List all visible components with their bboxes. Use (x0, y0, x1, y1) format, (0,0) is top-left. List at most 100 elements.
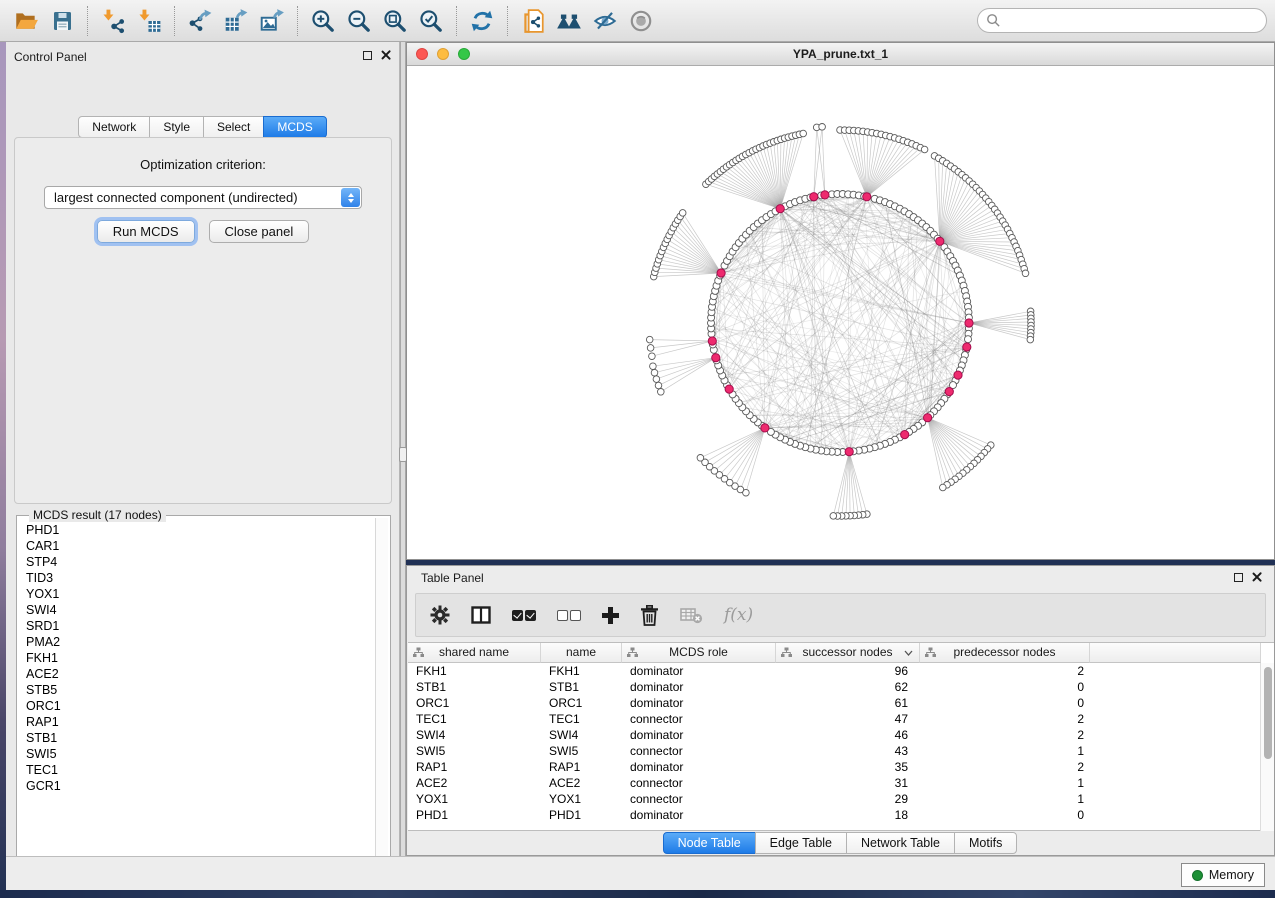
close-window-icon[interactable] (416, 48, 428, 60)
tab-edge-table[interactable]: Edge Table (755, 832, 847, 854)
show-column-panel-icon[interactable] (471, 606, 491, 624)
toolbar-separator (507, 6, 508, 36)
tab-select[interactable]: Select (203, 116, 264, 138)
share-network-document-button[interactable] (515, 4, 551, 38)
save-session-button[interactable] (44, 4, 80, 38)
zoom-in-button[interactable] (305, 4, 341, 38)
mcds-result-item: YOX1 (18, 586, 376, 602)
tab-network-table[interactable]: Network Table (846, 832, 955, 854)
delete-column-trash-icon[interactable] (640, 605, 659, 626)
table-scrollbar[interactable] (1260, 663, 1274, 831)
table-row[interactable]: STB1STB1dominator620 (408, 679, 1274, 695)
add-column-icon[interactable] (602, 607, 619, 624)
mcds-result-item: PHD1 (18, 522, 376, 538)
tab-style[interactable]: Style (149, 116, 204, 138)
tab-network[interactable]: Network (78, 116, 150, 138)
minimize-window-icon[interactable] (437, 48, 449, 60)
tab-mcds[interactable]: MCDS (263, 116, 326, 138)
run-mcds-button[interactable]: Run MCDS (97, 220, 195, 243)
table-cell: dominator (622, 695, 776, 711)
network-graph[interactable] (407, 66, 1274, 559)
export-image-button[interactable] (254, 4, 290, 38)
table-toolbar: f(x) (415, 593, 1266, 637)
refresh-icon (469, 8, 495, 34)
memory-button[interactable]: Memory (1181, 863, 1265, 887)
float-table-panel-icon[interactable] (1234, 573, 1243, 582)
tab-motifs[interactable]: Motifs (954, 832, 1017, 854)
table-cell (1090, 743, 1261, 759)
table-cell: FKH1 (541, 663, 622, 679)
table-row[interactable]: RAP1RAP1dominator352 (408, 759, 1274, 775)
column-header-successor-nodes[interactable]: successor nodes (776, 643, 920, 663)
table-cell: dominator (622, 679, 776, 695)
zoom-selected-button[interactable] (413, 4, 449, 38)
column-header-MCDS-role[interactable]: MCDS role (622, 643, 776, 663)
mcds-result-item: TEC1 (18, 762, 376, 778)
table-cell: RAP1 (408, 759, 541, 775)
criterion-selected-value: largest connected component (undirected) (45, 190, 341, 205)
mcds-result-item: SRD1 (18, 618, 376, 634)
open-file-button[interactable] (8, 4, 44, 38)
criterion-select[interactable]: largest connected component (undirected) (44, 186, 362, 209)
function-builder-icon[interactable]: f(x) (724, 605, 753, 625)
table-row[interactable]: SWI4SWI4dominator462 (408, 727, 1274, 743)
tab-node-table[interactable]: Node Table (663, 832, 756, 854)
maximize-window-icon[interactable] (458, 48, 470, 60)
mcds-result-item: ACE2 (18, 666, 376, 682)
import-table-button[interactable] (131, 4, 167, 38)
column-header-name[interactable]: name (541, 643, 622, 663)
mcds-result-item: STB5 (18, 682, 376, 698)
select-all-columns-icon[interactable] (512, 610, 536, 621)
table-cell: STB1 (541, 679, 622, 695)
table-cell: 0 (920, 679, 1090, 695)
unselect-all-columns-icon[interactable] (557, 610, 581, 621)
mcds-result-list: PHD1CAR1STP4TID3YOX1SWI4SRD1PMA2FKH1ACE2… (18, 522, 376, 874)
refresh-button[interactable] (464, 4, 500, 38)
table-row[interactable]: ACE2ACE2connector311 (408, 775, 1274, 791)
float-panel-icon[interactable] (363, 51, 372, 60)
table-cell: RAP1 (541, 759, 622, 775)
table-scrollbar-thumb[interactable] (1264, 667, 1272, 759)
table-cell: TEC1 (541, 711, 622, 727)
close-panel-button[interactable]: Close panel (209, 220, 310, 243)
table-cell (1090, 711, 1261, 727)
table-row[interactable]: SWI5SWI5connector431 (408, 743, 1274, 759)
close-panel-icon[interactable] (381, 50, 391, 60)
export-table-button[interactable] (218, 4, 254, 38)
mcds-result-item: STB1 (18, 730, 376, 746)
mcds-result-item: TID3 (18, 570, 376, 586)
table-cell: connector (622, 775, 776, 791)
zoom-fit-button[interactable] (377, 4, 413, 38)
table-row[interactable]: TEC1TEC1connector472 (408, 711, 1274, 727)
column-header-shared-name[interactable]: shared name (408, 643, 541, 663)
network-canvas[interactable] (407, 66, 1274, 559)
table-cell: 2 (920, 727, 1090, 743)
network-window-titlebar[interactable]: YPA_prune.txt_1 (407, 43, 1274, 66)
table-cell (1090, 695, 1261, 711)
table-cell: TEC1 (408, 711, 541, 727)
table-cell: 46 (776, 727, 920, 743)
table-cell: 2 (920, 759, 1090, 775)
zoom-out-button[interactable] (341, 4, 377, 38)
table-cell: 29 (776, 791, 920, 807)
table-row[interactable]: YOX1YOX1connector291 (408, 791, 1274, 807)
table-options-gear-icon[interactable] (430, 605, 450, 625)
hide-graphics-details-button[interactable] (587, 4, 623, 38)
share-document-icon (520, 8, 546, 34)
import-network-button[interactable] (95, 4, 131, 38)
table-row[interactable]: ORC1ORC1dominator610 (408, 695, 1274, 711)
show-graphics-details-button[interactable] (623, 4, 659, 38)
export-network-button[interactable] (182, 4, 218, 38)
search-overview-button[interactable] (551, 4, 587, 38)
mcds-list-scrollbar[interactable] (375, 518, 388, 877)
table-row[interactable]: FKH1FKH1dominator962 (408, 663, 1274, 679)
table-cell: 47 (776, 711, 920, 727)
table-cell: ORC1 (541, 695, 622, 711)
search-input[interactable] (1006, 14, 1258, 28)
network-search-box[interactable] (977, 8, 1267, 33)
delete-table-icon[interactable] (680, 606, 703, 624)
column-header-predecessor-nodes[interactable]: predecessor nodes (920, 643, 1090, 663)
close-table-panel-icon[interactable] (1252, 572, 1262, 582)
table-row[interactable]: PHD1PHD1dominator180 (408, 807, 1274, 823)
table-cell: 1 (920, 791, 1090, 807)
